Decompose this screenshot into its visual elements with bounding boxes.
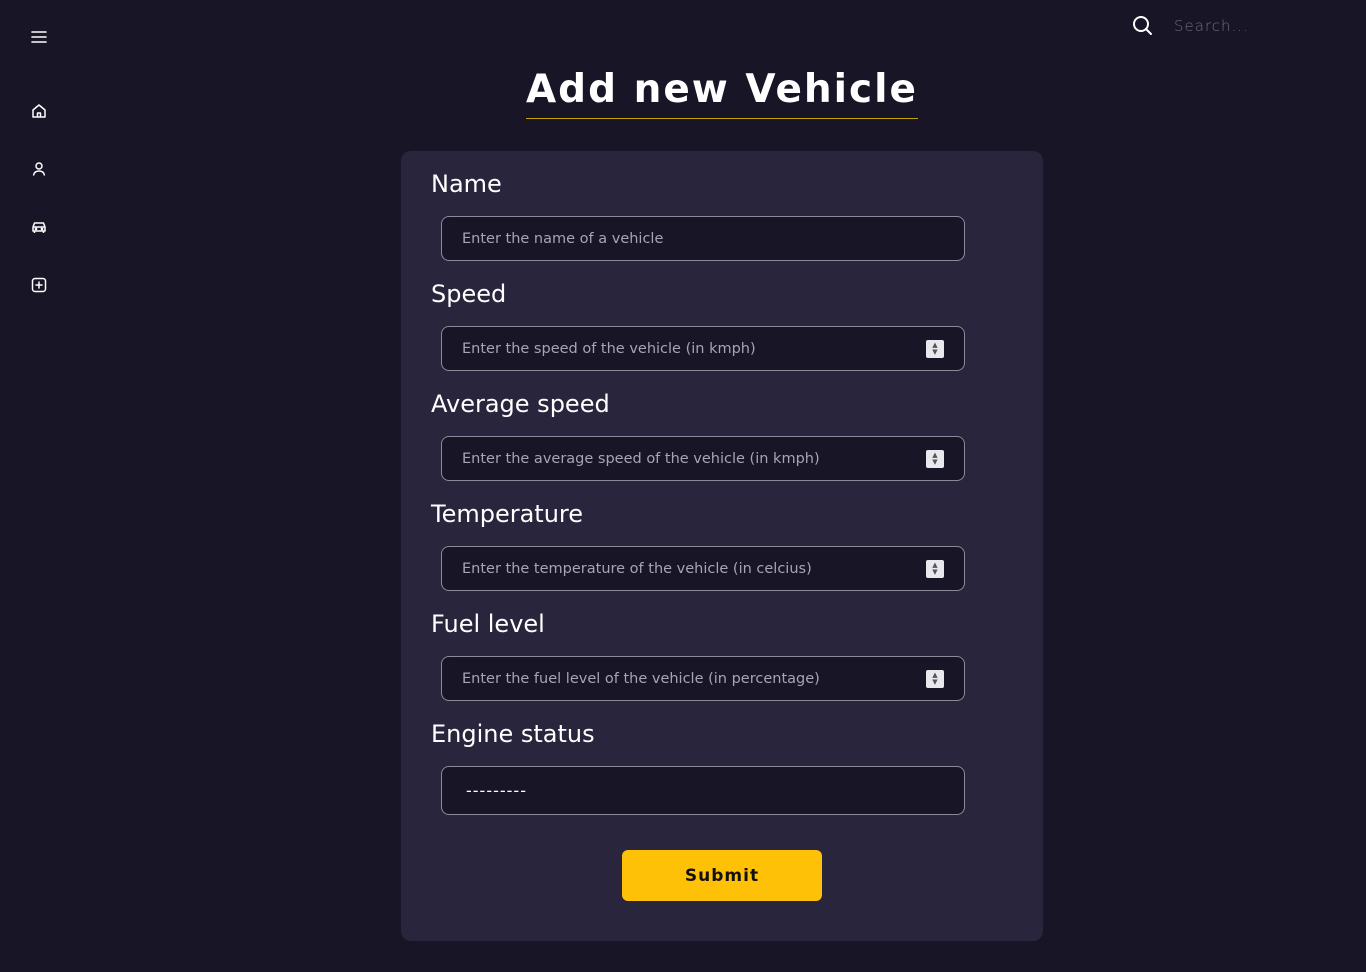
user-icon[interactable] bbox=[29, 159, 49, 179]
menu-icon[interactable] bbox=[29, 27, 49, 47]
engine-status-select[interactable]: --------- bbox=[441, 766, 965, 815]
page-title: Add new Vehicle bbox=[526, 62, 918, 119]
home-icon[interactable] bbox=[29, 101, 49, 121]
average-speed-stepper[interactable]: ▲ ▼ bbox=[926, 450, 944, 468]
fuel-level-label: Fuel level bbox=[431, 610, 545, 638]
car-icon[interactable] bbox=[29, 217, 49, 237]
temperature-stepper[interactable]: ▲ ▼ bbox=[926, 560, 944, 578]
temperature-input[interactable] bbox=[441, 546, 965, 591]
sidebar bbox=[0, 0, 78, 972]
search-bar bbox=[1130, 12, 1330, 40]
submit-button[interactable]: Submit bbox=[622, 850, 822, 901]
speed-input[interactable] bbox=[441, 326, 965, 371]
temperature-label: Temperature bbox=[431, 500, 584, 528]
name-input[interactable] bbox=[441, 216, 965, 261]
average-speed-label: Average speed bbox=[431, 390, 610, 418]
average-speed-input[interactable] bbox=[441, 436, 965, 481]
engine-status-label: Engine status bbox=[431, 720, 595, 748]
add-vehicle-form: Name Speed ▲▼ Average speed ▲▼ Temperatu… bbox=[401, 151, 1043, 941]
search-input[interactable] bbox=[1174, 14, 1324, 38]
add-square-icon[interactable] bbox=[29, 275, 49, 295]
speed-stepper[interactable]: ▲ ▼ bbox=[926, 340, 944, 358]
name-label: Name bbox=[431, 170, 502, 198]
search-icon[interactable] bbox=[1130, 13, 1154, 37]
fuel-level-input[interactable] bbox=[441, 656, 965, 701]
speed-label: Speed bbox=[431, 280, 507, 308]
fuel-level-stepper[interactable]: ▲ ▼ bbox=[926, 670, 944, 688]
